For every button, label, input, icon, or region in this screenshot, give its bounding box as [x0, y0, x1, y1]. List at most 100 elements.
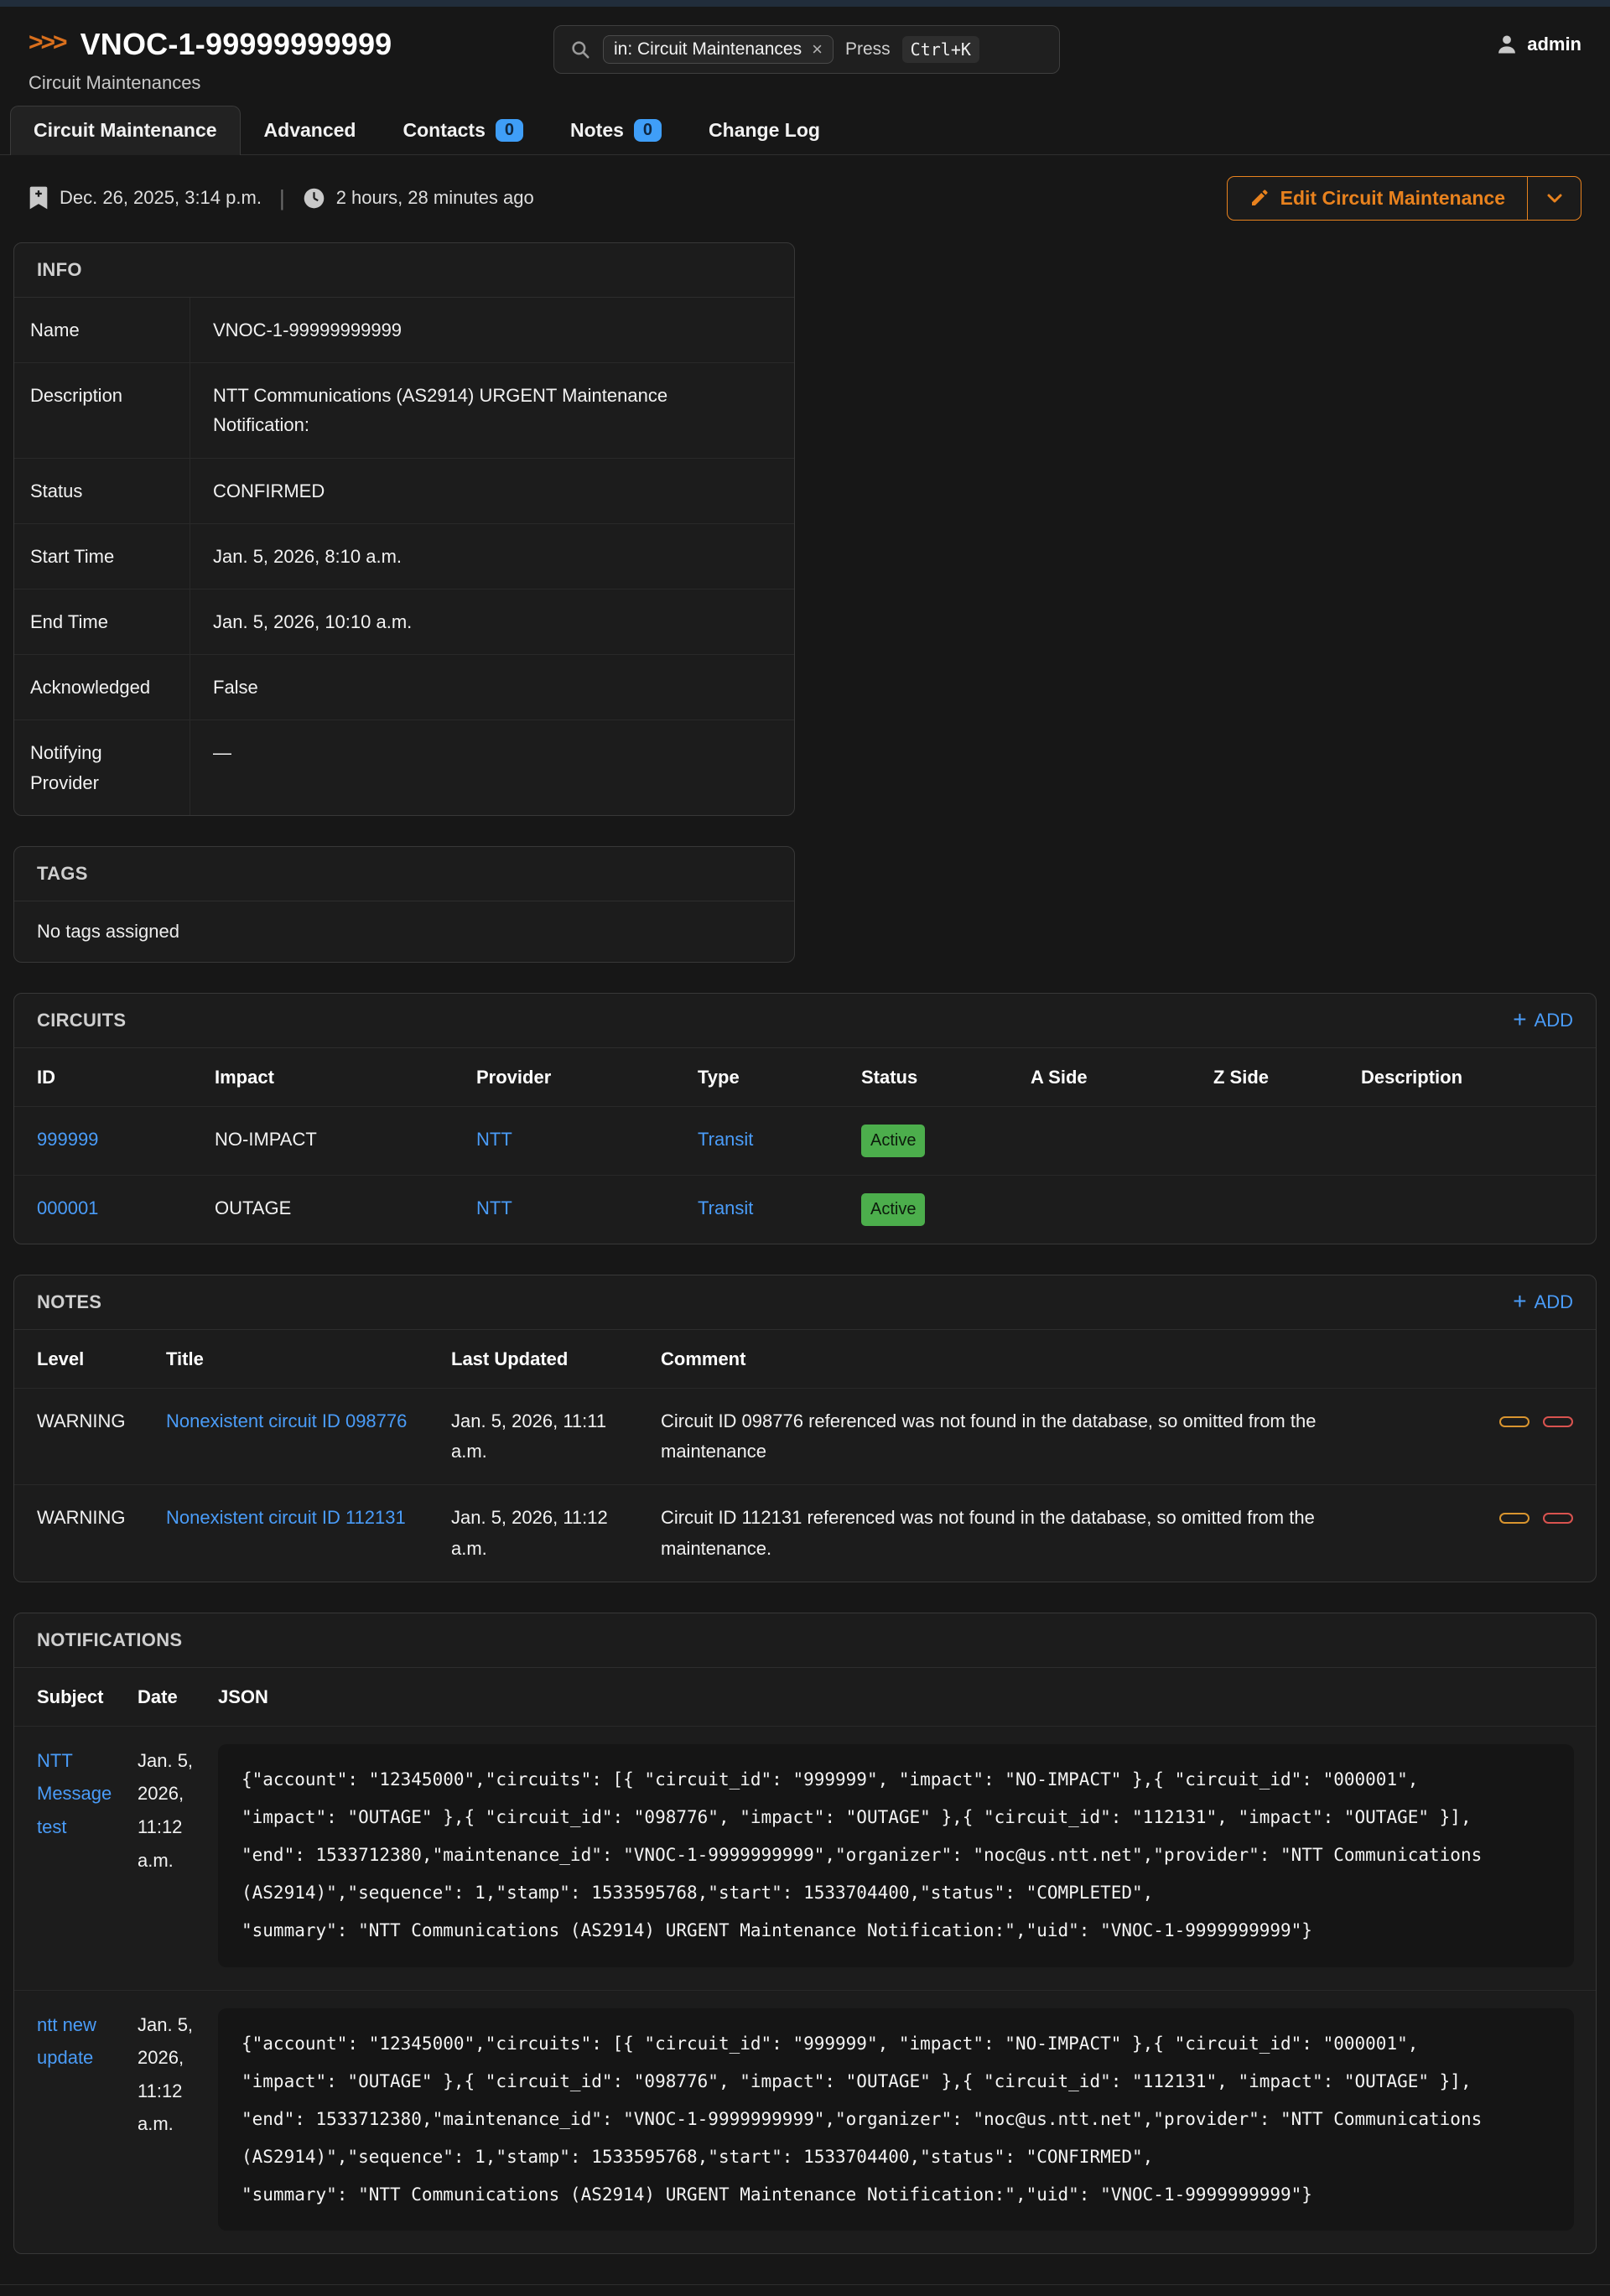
- info-row-start-time: Start Time Jan. 5, 2026, 8:10 a.m.: [14, 524, 794, 590]
- tab-change-log[interactable]: Change Log: [685, 106, 844, 154]
- app-logo-icon[interactable]: >>>: [29, 30, 65, 59]
- clock-icon: [303, 187, 325, 210]
- notification-subject-link[interactable]: ntt new update: [37, 2014, 96, 2069]
- info-row-status: Status CONFIRMED: [14, 459, 794, 524]
- circuit-row: 000001 OUTAGE NTT Transit Active: [14, 1175, 1596, 1244]
- meta-separator: |: [279, 185, 285, 211]
- pencil-icon: [1249, 188, 1270, 208]
- notification-date: Jan. 5, 2026, 11:12 a.m.: [126, 1726, 206, 1990]
- note-comment: Circuit ID 098776 referenced was not fou…: [649, 1388, 1370, 1485]
- add-circuit-button[interactable]: + ADD: [1513, 1010, 1573, 1031]
- note-comment: Circuit ID 112131 referenced was not fou…: [649, 1485, 1370, 1582]
- tab-bar: Circuit Maintenance Advanced Contacts 0 …: [0, 106, 1610, 155]
- plus-icon: +: [1513, 1008, 1526, 1031]
- notes-panel: NOTES + ADD Level Title Last Updated Com…: [13, 1275, 1597, 1582]
- global-search[interactable]: in: Circuit Maintenances × Press Ctrl+K: [553, 25, 1060, 74]
- edit-button-group: Edit Circuit Maintenance: [1227, 176, 1581, 221]
- search-scope-label: in: Circuit Maintenances: [614, 39, 802, 60]
- info-row-acknowledged: Acknowledged False: [14, 655, 794, 720]
- notifications-table: Subject Date JSON NTT Message test Jan. …: [14, 1668, 1596, 2253]
- info-panel-header: INFO: [14, 243, 794, 298]
- tab-circuit-maintenance[interactable]: Circuit Maintenance: [10, 106, 241, 155]
- contacts-count-badge: 0: [496, 119, 523, 142]
- notification-row: ntt new update Jan. 5, 2026, 11:12 a.m. …: [14, 1990, 1596, 2253]
- circuit-id-link[interactable]: 999999: [37, 1129, 98, 1150]
- plus-icon: +: [1513, 1290, 1526, 1313]
- user-menu[interactable]: admin: [1495, 33, 1581, 56]
- username: admin: [1527, 34, 1581, 55]
- add-note-button[interactable]: + ADD: [1513, 1291, 1573, 1313]
- edit-note-button[interactable]: [1499, 1416, 1530, 1427]
- circuit-description: [1349, 1106, 1596, 1175]
- info-row-description: Description NTT Communications (AS2914) …: [14, 363, 794, 458]
- notes-table: Level Title Last Updated Comment WARNING…: [14, 1330, 1596, 1582]
- circuits-header-row: ID Impact Provider Type Status A Side Z …: [14, 1048, 1596, 1107]
- record-timestamps: Dec. 26, 2025, 3:14 p.m. | 2 hours, 28 m…: [29, 185, 534, 211]
- notification-json: {"account": "12345000","circuits": [{ "c…: [218, 1744, 1574, 1967]
- close-icon[interactable]: ×: [812, 40, 823, 59]
- updated-relative-time: 2 hours, 28 minutes ago: [336, 187, 534, 209]
- note-row: WARNING Nonexistent circuit ID 112131 Ja…: [14, 1485, 1596, 1582]
- circuit-id-link[interactable]: 000001: [37, 1197, 98, 1218]
- tags-panel-title: TAGS: [37, 863, 88, 885]
- circuit-impact: OUTAGE: [203, 1175, 465, 1244]
- note-title-link[interactable]: Nonexistent circuit ID 098776: [166, 1410, 407, 1431]
- tags-panel: TAGS No tags assigned: [13, 846, 795, 963]
- delete-note-button[interactable]: [1543, 1416, 1573, 1427]
- circuit-description: [1349, 1175, 1596, 1244]
- footer-divider: [0, 2284, 1610, 2296]
- note-level: WARNING: [14, 1485, 154, 1582]
- circuit-type-link[interactable]: Transit: [698, 1129, 753, 1150]
- note-last-updated: Jan. 5, 2026, 11:11 a.m.: [439, 1388, 649, 1485]
- info-panel: INFO Name VNOC-1-99999999999 Description…: [13, 242, 795, 816]
- notes-count-badge: 0: [634, 119, 662, 142]
- info-row-notifying-provider: Notifying Provider —: [14, 720, 794, 814]
- circuit-type-link[interactable]: Transit: [698, 1197, 753, 1218]
- notifications-header-row: Subject Date JSON: [14, 1668, 1596, 1727]
- user-icon: [1495, 33, 1519, 56]
- notification-json: {"account": "12345000","circuits": [{ "c…: [218, 2008, 1574, 2231]
- info-row-name: Name VNOC-1-99999999999: [14, 298, 794, 363]
- tags-empty-text: No tags assigned: [14, 901, 794, 962]
- tab-advanced[interactable]: Advanced: [241, 106, 380, 154]
- search-icon: [569, 39, 591, 60]
- delete-note-button[interactable]: [1543, 1513, 1573, 1524]
- circuit-provider-link[interactable]: NTT: [476, 1197, 512, 1218]
- created-timestamp: Dec. 26, 2025, 3:14 p.m.: [60, 187, 262, 209]
- notification-row: NTT Message test Jan. 5, 2026, 11:12 a.m…: [14, 1726, 1596, 1990]
- chevron-down-icon: [1545, 188, 1565, 208]
- top-window-strip: [0, 0, 1610, 7]
- note-last-updated: Jan. 5, 2026, 11:12 a.m.: [439, 1485, 649, 1582]
- circuit-row: 999999 NO-IMPACT NTT Transit Active: [14, 1106, 1596, 1175]
- search-shortcut-kbd: Ctrl+K: [902, 36, 979, 63]
- main-content: Dec. 26, 2025, 3:14 p.m. | 2 hours, 28 m…: [0, 174, 1610, 2254]
- record-meta-row: Dec. 26, 2025, 3:14 p.m. | 2 hours, 28 m…: [29, 174, 1581, 222]
- edit-note-button[interactable]: [1499, 1513, 1530, 1524]
- info-panel-title: INFO: [37, 259, 82, 281]
- notification-date: Jan. 5, 2026, 11:12 a.m.: [126, 1990, 206, 2253]
- circuit-z-side: [1202, 1106, 1349, 1175]
- circuit-a-side: [1019, 1106, 1202, 1175]
- page-title: VNOC-1-99999999999: [80, 27, 392, 62]
- app-header: >>> VNOC-1-99999999999 in: Circuit Maint…: [0, 7, 1610, 62]
- notification-subject-link[interactable]: NTT Message test: [37, 1750, 112, 1837]
- circuits-panel-header: CIRCUITS + ADD: [14, 994, 1596, 1048]
- note-actions: [1370, 1485, 1596, 1582]
- notes-panel-title: NOTES: [37, 1291, 101, 1313]
- circuit-impact: NO-IMPACT: [203, 1106, 465, 1175]
- circuit-a-side: [1019, 1175, 1202, 1244]
- circuits-panel: CIRCUITS + ADD ID Impact Provider Type S…: [13, 993, 1597, 1244]
- circuits-table: ID Impact Provider Type Status A Side Z …: [14, 1048, 1596, 1244]
- note-title-link[interactable]: Nonexistent circuit ID 112131: [166, 1507, 406, 1528]
- tags-panel-header: TAGS: [14, 847, 794, 901]
- tab-contacts[interactable]: Contacts 0: [379, 106, 547, 154]
- circuit-provider-link[interactable]: NTT: [476, 1129, 512, 1150]
- status-badge: Active: [861, 1125, 925, 1157]
- edit-dropdown-toggle[interactable]: [1527, 177, 1581, 220]
- notifications-panel-header: NOTIFICATIONS: [14, 1613, 1596, 1668]
- edit-circuit-maintenance-button[interactable]: Edit Circuit Maintenance: [1228, 177, 1527, 220]
- tab-notes[interactable]: Notes 0: [547, 106, 685, 154]
- notifications-panel: NOTIFICATIONS Subject Date JSON NTT Mess…: [13, 1613, 1597, 2254]
- search-scope-chip[interactable]: in: Circuit Maintenances ×: [603, 35, 834, 64]
- notes-header-row: Level Title Last Updated Comment: [14, 1330, 1596, 1389]
